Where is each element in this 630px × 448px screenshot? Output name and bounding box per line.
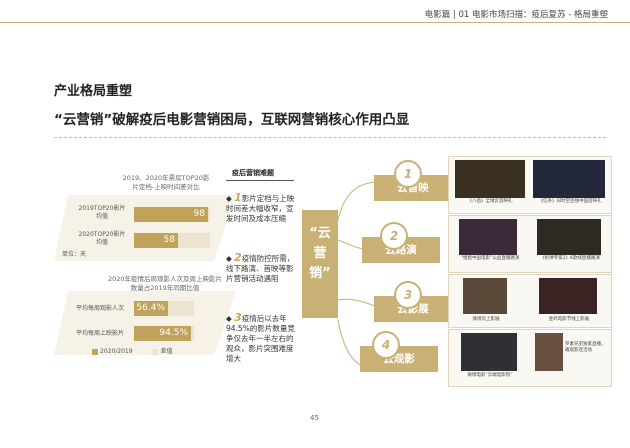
difficulties-heading: 疫后营销难题 <box>232 169 274 177</box>
chart1-unit: 单位：天 <box>62 251 87 258</box>
page-number: 45 <box>310 414 319 422</box>
category-badge-4: 4 <box>372 331 400 359</box>
header-divider <box>0 22 630 23</box>
photo-roadshow-2 <box>537 219 601 255</box>
legend-label-ratio: 2020/2019 <box>100 348 133 355</box>
panel-viewing: 微博电影“云端电影院” 罗素兄弟独家直播，邀观影连活动 <box>448 329 612 387</box>
chart1-bar2-label-line1: 2020TOP20影片 <box>78 231 126 238</box>
caption-exhibition-2: 金鸡电影节线上影展 <box>548 317 590 322</box>
category-badge-2: 2 <box>380 222 408 250</box>
chart1-bar1-label-line2: 均值 <box>95 213 108 220</box>
caption-roadshow-2: 《拆弹专家2》K歌线直播路演 <box>540 256 600 261</box>
caption-viewing-1: 微博电影“云端电影院” <box>467 373 513 378</box>
chart1-bar2: 58 <box>134 233 178 248</box>
caption-premiere-1: 《八佰》全球云首映礼 <box>467 199 513 204</box>
panel-roadshow: “姐姐中国电影”公益直播路演 《拆弹专家2》K歌线直播路演 <box>448 215 612 273</box>
chart1-bar1-label: 2019TOP20影片 均值 <box>72 205 132 221</box>
chart2-caption: 2020年疫情后周观影人次及周上映影片 数量占2019年同期比值 <box>90 275 240 293</box>
photo-roadshow-1 <box>459 219 517 255</box>
legend-swatch-ratio <box>92 348 98 355</box>
photo-viewing-1 <box>461 333 517 371</box>
legend-label-diff: 差值 <box>160 348 173 355</box>
section-divider <box>54 137 606 138</box>
caption-premiere-2: 《信条》同时空连线中国首映礼 <box>538 199 602 204</box>
panel-exhibition: 微博云上影展 金鸡电影节线上影展 <box>448 274 612 328</box>
difficulty-num-2: 2 <box>234 251 242 264</box>
caption-roadshow-1: “姐姐中国电影”公益直播路演 <box>460 256 520 261</box>
chart1-bar2-label: 2020TOP20影片 均值 <box>72 231 132 247</box>
center-char-1: “云 <box>309 226 331 241</box>
difficulty-item-2: ◆ 2疫情防控所需，线下路演、首映等影片营销活动遇阻 <box>226 251 295 283</box>
chart1-bar1: 98 <box>134 207 208 222</box>
center-char-2: 营 <box>313 246 327 261</box>
chart2-bar1-label: 平均每周观影人次 <box>75 305 124 312</box>
chart1-bar1-value: 98 <box>193 209 205 219</box>
panel-premiere: 《八佰》全球云首映礼 《信条》同时空连线中国首映礼 <box>448 156 612 214</box>
photo-exhibition-2 <box>539 278 597 314</box>
chart1-caption-line2: 片定档-上映时间差对比 <box>132 183 200 191</box>
difficulties-heading-line <box>226 180 294 181</box>
chart2-bar1-value: 56.4% <box>136 303 165 313</box>
chart1-bar2-label-line2: 均值 <box>95 239 108 246</box>
chart2-bar2-label: 平均每周上映影片 <box>75 330 124 337</box>
difficulty-num-1: 1 <box>234 191 242 204</box>
difficulty-item-3: ◆ 3疫情后以去年94.5%的影片数量竞争仅去年一半左右的观众，影片突围难度增大 <box>226 311 295 363</box>
chart2-bar2-value: 94.5% <box>159 328 188 338</box>
cloud-marketing-center: “云 营 销” <box>302 210 338 318</box>
header-breadcrumb: 电影篇 | 01 电影市场扫描：疫后复苏 - 格局重塑 <box>424 10 608 20</box>
caption-exhibition-1: 微博云上影展 <box>472 317 500 322</box>
chart2-legend: 2020/2019 差值 <box>92 346 173 355</box>
photo-viewing-2 <box>535 333 563 371</box>
category-badge-3: 3 <box>394 281 422 309</box>
chart2-bar2: 94.5% <box>134 326 191 341</box>
photo-exhibition-1 <box>463 278 507 314</box>
chart1-caption-line1: 2019、2020年票房TOP20影 <box>122 174 210 182</box>
category-badge-1: 1 <box>394 160 422 188</box>
page-subtitle: “云营销”破解疫后电影营销困局，互联网营销核心作用凸显 <box>54 112 410 128</box>
difficulty-item-1: ◆ 1影片定档与上映时间差大幅收窄，宣发时间及成本压缩 <box>226 191 295 223</box>
chart1-caption: 2019、2020年票房TOP20影 片定档-上映时间差对比 <box>106 174 226 192</box>
chart1-bar1-label-line1: 2019TOP20影片 <box>78 205 126 212</box>
chart2-bar1: 56.4% <box>134 301 168 316</box>
chart2-caption-line2: 数量占2019年同期比值 <box>130 284 200 292</box>
caption-viewing-2: 罗素兄弟独家直播，邀观影连活动 <box>565 342 606 353</box>
page-title: 产业格局重塑 <box>54 84 133 99</box>
photo-premiere-1 <box>455 160 525 198</box>
center-char-3: 销” <box>309 266 331 281</box>
difficulty-num-3: 3 <box>234 311 242 324</box>
chart2-caption-line1: 2020年疫情后周观影人次及周上映影片 <box>107 275 223 283</box>
photo-premiere-2 <box>533 160 605 198</box>
legend-swatch-diff <box>152 348 159 355</box>
chart1-bar2-value: 58 <box>163 235 175 245</box>
